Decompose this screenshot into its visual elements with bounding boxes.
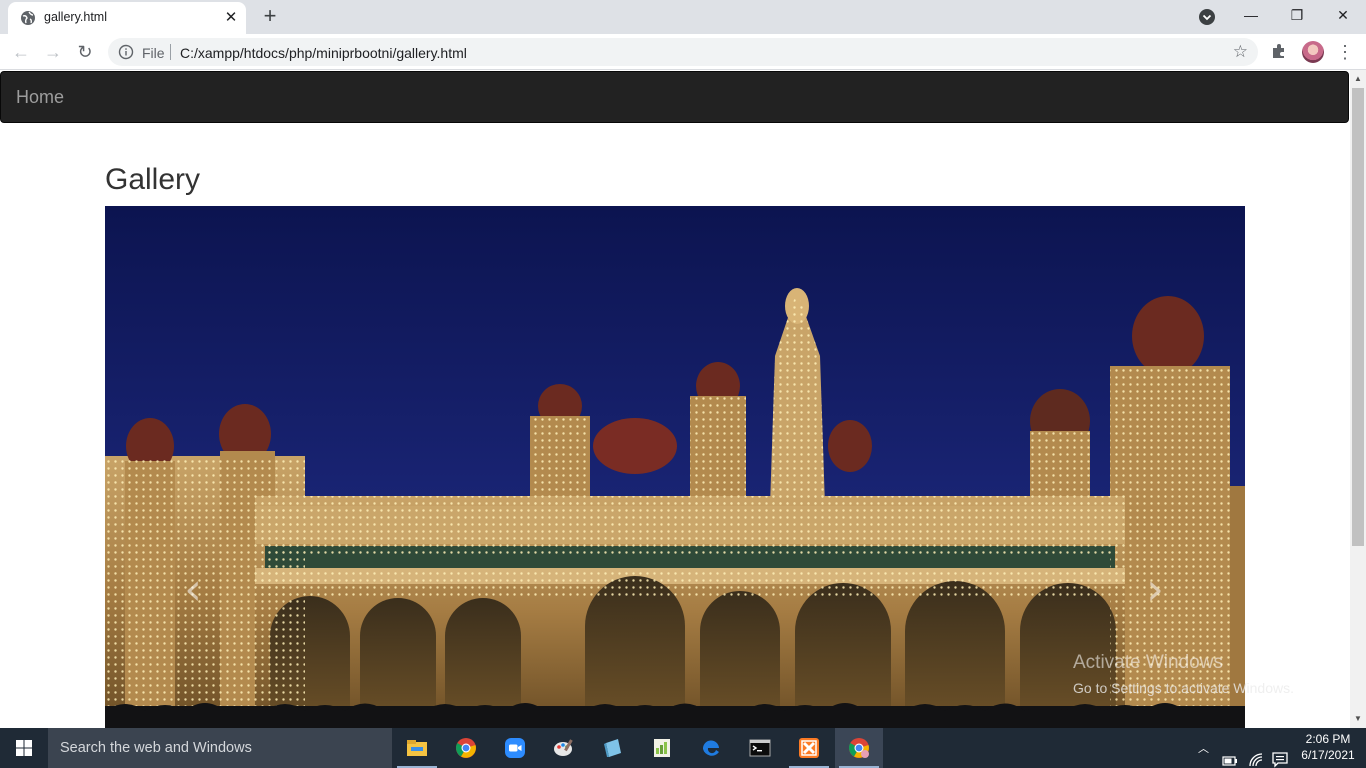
new-tab-button[interactable]: + bbox=[258, 4, 282, 28]
carousel-next-chevron-icon[interactable]: › bbox=[1140, 568, 1170, 612]
close-window-button[interactable]: ✕ bbox=[1320, 0, 1366, 32]
page-title: Gallery bbox=[105, 163, 201, 196]
taskbar-search-placeholder: Search the web and Windows bbox=[60, 740, 252, 756]
extensions-puzzle-icon[interactable] bbox=[1270, 42, 1288, 60]
site-navbar: Home bbox=[0, 71, 1349, 123]
url-divider bbox=[170, 44, 171, 60]
scroll-up-arrow-icon[interactable]: ▲ bbox=[1354, 74, 1362, 83]
image-carousel[interactable]: ‹ › bbox=[105, 206, 1245, 728]
battery-icon[interactable] bbox=[1222, 741, 1238, 768]
reload-icon[interactable]: ↻ bbox=[72, 40, 98, 64]
info-icon[interactable] bbox=[118, 44, 134, 60]
clock-time: 2:06 PM bbox=[1305, 732, 1351, 746]
windows-taskbar: Search the web and Windows ︿ 2:06 PM 6/1… bbox=[0, 728, 1366, 768]
taskbar-search-box[interactable]: Search the web and Windows bbox=[48, 728, 392, 768]
chrome-active-icon[interactable] bbox=[835, 728, 883, 768]
restore-button[interactable]: ❐ bbox=[1274, 0, 1320, 32]
action-center-icon[interactable] bbox=[1272, 740, 1288, 768]
scrollbar-thumb[interactable] bbox=[1352, 88, 1364, 546]
page-viewport: Home Gallery ‹ › bbox=[0, 70, 1350, 728]
chrome-icon[interactable] bbox=[442, 728, 490, 768]
tab-strip: gallery.html ✕ + — ❐ ✕ bbox=[0, 0, 1366, 34]
tab-title: gallery.html bbox=[44, 10, 107, 24]
notepad-plus-icon[interactable] bbox=[638, 728, 686, 768]
activate-windows-watermark: Activate Windows Go to Settings to activ… bbox=[1073, 652, 1294, 696]
watermark-title: Activate Windows bbox=[1073, 652, 1223, 673]
scroll-down-arrow-icon[interactable]: ▼ bbox=[1354, 714, 1362, 723]
globe-icon bbox=[21, 11, 35, 25]
wifi-icon[interactable] bbox=[1248, 740, 1264, 768]
zoom-icon[interactable] bbox=[491, 728, 539, 768]
edge-icon[interactable] bbox=[687, 728, 735, 768]
forward-arrow-icon[interactable]: → bbox=[40, 40, 66, 64]
bookmark-star-icon[interactable]: ☆ bbox=[1233, 42, 1248, 62]
profile-avatar[interactable] bbox=[1302, 41, 1324, 63]
file-explorer-icon[interactable] bbox=[393, 728, 441, 768]
browser-toolbar: ← → ↻ File C:/xampp/htdocs/php/miniprboo… bbox=[0, 34, 1366, 70]
browser-tab[interactable]: gallery.html ✕ bbox=[8, 2, 246, 34]
watermark-subtitle: Go to Settings to activate Windows. bbox=[1073, 680, 1294, 696]
xampp-icon[interactable] bbox=[785, 728, 833, 768]
windows-start-icon[interactable] bbox=[0, 728, 48, 768]
address-bar[interactable]: File C:/xampp/htdocs/php/miniprbootni/ga… bbox=[108, 38, 1258, 66]
paint-icon[interactable] bbox=[540, 728, 588, 768]
cmd-icon[interactable] bbox=[736, 728, 784, 768]
tab-close-icon[interactable]: ✕ bbox=[222, 9, 240, 27]
carousel-image-palace bbox=[105, 206, 1245, 728]
tray-chevron-up-icon[interactable]: ︿ bbox=[1198, 740, 1209, 768]
minimize-button[interactable]: — bbox=[1228, 0, 1274, 32]
taskbar-clock[interactable]: 2:06 PM 6/17/2021 bbox=[1296, 731, 1360, 763]
page-scrollbar[interactable]: ▲ ▼ bbox=[1350, 70, 1366, 728]
carousel-prev-chevron-icon[interactable]: ‹ bbox=[178, 568, 208, 612]
browser-menu-icon[interactable]: ⋮ bbox=[1336, 40, 1354, 64]
url-scheme-label: File bbox=[142, 45, 165, 61]
tab-search-icon[interactable] bbox=[1198, 8, 1216, 26]
url-text[interactable]: C:/xampp/htdocs/php/miniprbootni/gallery… bbox=[180, 45, 467, 61]
back-arrow-icon[interactable]: ← bbox=[8, 40, 34, 64]
nav-home-link[interactable]: Home bbox=[16, 87, 64, 108]
clock-date: 6/17/2021 bbox=[1301, 748, 1355, 762]
notepad-icon[interactable] bbox=[589, 728, 637, 768]
